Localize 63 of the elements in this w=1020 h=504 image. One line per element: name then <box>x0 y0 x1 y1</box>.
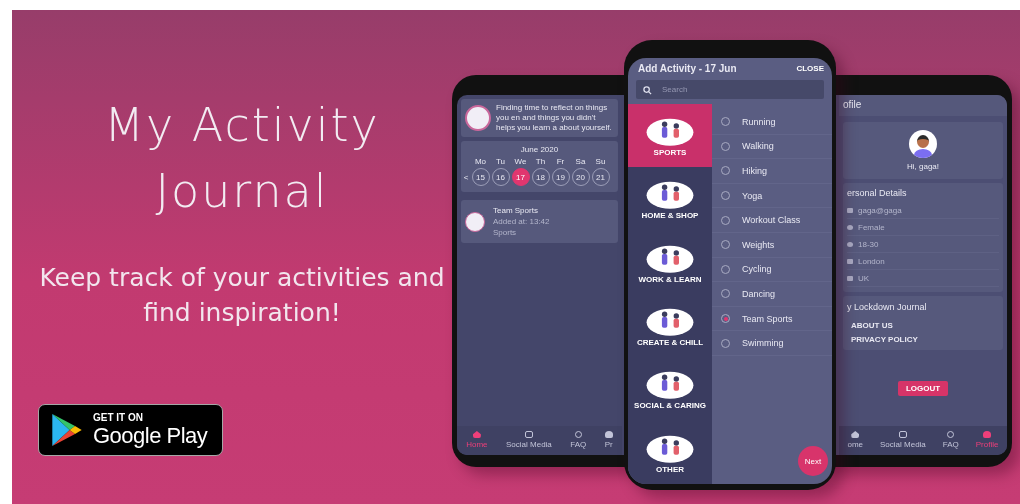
nav-tab[interactable]: Social Media <box>880 431 926 449</box>
screen-title: ofile <box>839 95 1007 116</box>
activity-option[interactable]: Team Sports <box>712 306 832 332</box>
activity-option[interactable]: Cycling <box>712 257 832 283</box>
detail-value: gaga@gaga <box>858 205 902 215</box>
app-title: My Activity Journal <box>103 97 381 220</box>
menu-link[interactable]: ABOUT US <box>847 321 999 330</box>
category-tab[interactable]: OTHER <box>628 420 712 484</box>
activity-option[interactable]: Dancing <box>712 282 832 307</box>
search-icon <box>643 86 652 95</box>
category-tab[interactable]: CREATE & CHILL <box>628 294 712 358</box>
detail-value: UK <box>858 273 870 283</box>
activity-option[interactable]: Weights <box>712 232 832 258</box>
entry-time: Added at: 13:42 <box>493 217 550 226</box>
detail-value: Female <box>858 222 885 232</box>
greeting-text: Hi, gaga! <box>907 162 939 171</box>
activity-option[interactable]: Swimming <box>712 331 832 356</box>
detail-icon <box>847 241 853 247</box>
nav-tab[interactable]: Social Media <box>506 431 552 449</box>
detail-icon <box>847 224 853 230</box>
dialog-title: Add Activity - 17 Jun <box>638 63 737 74</box>
detail-icon <box>847 207 853 213</box>
weekday-label: Su <box>594 157 607 166</box>
section-heading: y Lockdown Journal <box>847 302 928 312</box>
nav-tab[interactable]: FAQ <box>942 431 959 449</box>
activity-option[interactable]: Running <box>712 110 832 135</box>
tagline: Keep track of your activities and find inspiration! <box>38 262 446 329</box>
avatar-icon <box>909 130 937 158</box>
weekday-label: Tu <box>494 157 506 166</box>
calendar-day[interactable]: 17 <box>511 168 530 186</box>
detail-value: London <box>858 256 885 266</box>
category-tab[interactable]: HOME & SHOP <box>628 167 712 231</box>
detail-value: 18-30 <box>858 239 879 249</box>
weekday-label: Sa <box>574 157 587 166</box>
google-play-badge[interactable]: GET IT ON Google Play <box>38 404 223 456</box>
detail-icon <box>847 275 853 281</box>
nav-tab[interactable]: Pr <box>604 431 613 449</box>
entry-category: Sports <box>493 228 518 237</box>
logout-button[interactable]: LOGOUT <box>897 380 949 396</box>
next-button[interactable]: Next <box>798 446 828 476</box>
entry-title: Team Sports <box>493 206 539 215</box>
activity-option[interactable]: Yoga <box>712 183 832 209</box>
month-label: June 2020 <box>519 145 560 154</box>
category-tab[interactable]: SOCIAL & CARING <box>628 357 712 421</box>
weekday-label: Fr <box>555 157 566 166</box>
activity-option[interactable]: Hiking <box>712 159 832 184</box>
close-button[interactable]: CLOSE <box>794 62 826 75</box>
activity-option[interactable]: Walking <box>712 134 832 160</box>
reflection-text: Finding time to reflect on things you en and things you didn't helps you learn a about yourself. <box>496 103 613 133</box>
category-tab[interactable]: SPORTS <box>628 104 712 168</box>
section-heading: ersonal Details <box>847 188 908 198</box>
nav-tab[interactable]: FAQ <box>570 431 587 449</box>
category-tab[interactable]: WORK & LEARN <box>628 230 712 294</box>
activity-option[interactable]: Workout Class <box>712 208 832 233</box>
detail-icon <box>847 258 853 264</box>
weekday-label: We <box>513 157 528 166</box>
search-field[interactable]: Search <box>636 80 824 99</box>
nav-tab[interactable]: ome <box>847 431 864 449</box>
previous-week-button[interactable]: < <box>462 172 470 182</box>
menu-link[interactable]: PRIVACY POLICY <box>847 335 999 344</box>
play-store-icon <box>51 412 83 448</box>
weekday-label: Th <box>534 157 547 166</box>
weekday-label: Mo <box>473 157 488 166</box>
